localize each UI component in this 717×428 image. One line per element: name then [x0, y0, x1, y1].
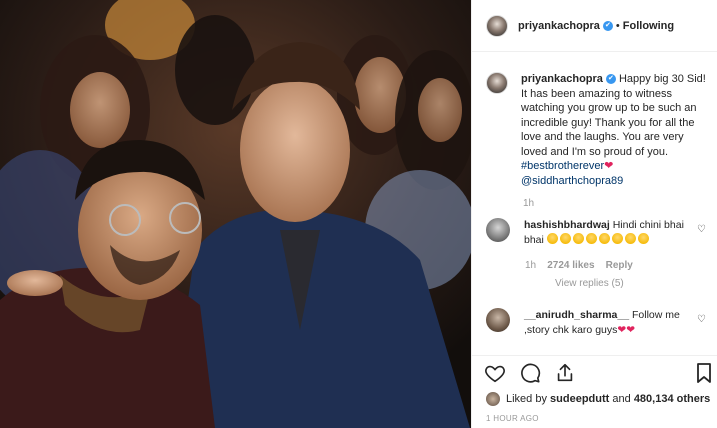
post-header: priyankachopra ✔ • Following [472, 0, 717, 52]
laughing-emoji-row [546, 232, 651, 246]
caption-avatar[interactable] [486, 72, 508, 94]
separator-dot: • [615, 19, 620, 32]
post-photo[interactable] [0, 0, 471, 428]
caption-body: Happy big 30 Sid! It has been amazing to… [521, 73, 706, 158]
comment-item: __anirudh_sharma__ Follow me ,story chk … [486, 308, 710, 337]
post-caption: priyankachopra ✔ Happy big 30 Sid! It has… [486, 72, 710, 188]
commenter-avatar[interactable] [486, 308, 510, 332]
laughing-emoji-icon [546, 232, 558, 244]
liker-username[interactable]: sudeepdutt [550, 393, 609, 405]
caption-text: priyankachopra ✔ Happy big 30 Sid! It has… [521, 72, 706, 188]
author-username[interactable]: priyankachopra [518, 20, 600, 32]
laughing-emoji-icon [624, 232, 636, 244]
author-avatar[interactable] [486, 14, 508, 37]
post-timestamp[interactable]: 1 HOUR AGO [486, 414, 539, 423]
caption-time[interactable]: 1h [523, 198, 534, 209]
photo-illustration [0, 0, 471, 428]
laughing-emoji-icon [611, 232, 623, 244]
commenter-username[interactable]: __anirudh_sharma__ [524, 309, 629, 321]
comment-likes[interactable]: 2724 likes [547, 260, 594, 271]
laughing-emoji-icon [637, 232, 649, 244]
commenter-avatar[interactable] [486, 218, 510, 242]
likes-count[interactable]: 480,134 others [634, 393, 710, 405]
commenter-username[interactable]: hashishbhardwaj [524, 219, 610, 231]
liker-avatar[interactable] [486, 392, 500, 406]
laughing-emoji-icon [572, 232, 584, 244]
red-heart-emoji-icon: ❤ [604, 160, 614, 172]
bookmark-icon[interactable] [696, 362, 712, 384]
caption-mention[interactable]: @siddharthchopra89 [521, 175, 623, 187]
heart-icon[interactable] [484, 362, 506, 384]
red-heart-emoji-icon: ❤ [626, 323, 635, 336]
post-actions: Liked by sudeepdutt and 480,134 others 1… [472, 355, 717, 428]
comment-like-heart-icon[interactable]: ♡ [697, 314, 706, 325]
view-replies-label: View replies (5) [555, 278, 624, 289]
comment-like-heart-icon[interactable]: ♡ [697, 224, 706, 235]
share-icon[interactable] [554, 362, 576, 384]
comment-text: hashishbhardwaj Hindi chini bhai bhai [524, 218, 692, 247]
likes-middle: and [612, 393, 631, 405]
comment-meta: 1h 2724 likes Reply [525, 260, 633, 271]
likes-prefix: Liked by [506, 393, 547, 405]
caption-hashtag[interactable]: #bestbrotherever [521, 160, 604, 172]
post-side-panel: priyankachopra ✔ • Following priyankacho… [471, 0, 717, 428]
caption-verified-icon: ✔ [605, 74, 616, 85]
red-heart-emoji-icon: ❤ [617, 323, 627, 336]
comment-reply-button[interactable]: Reply [606, 260, 633, 271]
action-icons-row [484, 362, 576, 384]
comment-time[interactable]: 1h [525, 260, 536, 271]
comment-item: hashishbhardwaj Hindi chini bhai bhai ♡ [486, 218, 710, 247]
comment-text: __anirudh_sharma__ Follow me ,story chk … [524, 308, 692, 337]
laughing-emoji-icon [585, 232, 597, 244]
verified-badge-icon: ✔ [602, 20, 613, 31]
comment-icon[interactable] [519, 362, 541, 384]
laughing-emoji-icon [559, 232, 571, 244]
view-replies-link[interactable]: View replies (5) [555, 278, 624, 289]
caption-username[interactable]: priyankachopra [521, 73, 603, 85]
following-button[interactable]: Following [623, 20, 674, 32]
laughing-emoji-icon [598, 232, 610, 244]
likes-summary: Liked by sudeepdutt and 480,134 others [486, 392, 710, 406]
